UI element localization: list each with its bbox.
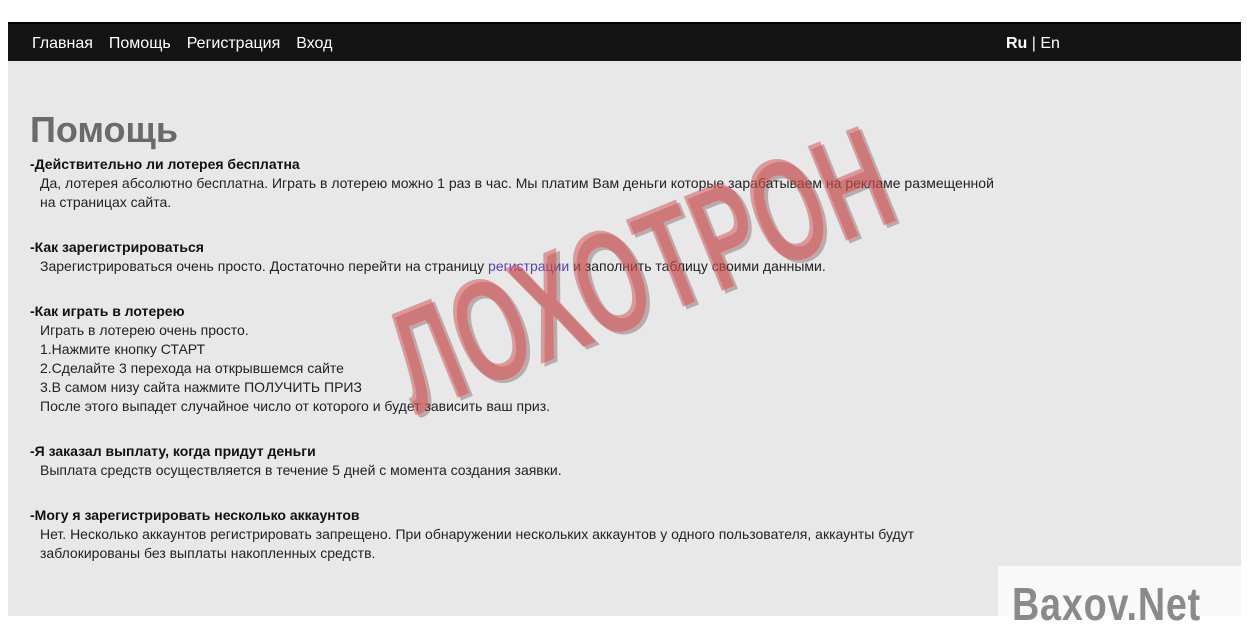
faq-answer: Зарегистрироваться очень просто. Достато…	[30, 257, 1010, 276]
faq-question: -Я заказал выплату, когда придут деньги	[30, 443, 316, 459]
faq-answer-line: 1.Нажмите кнопку СТАРТ	[40, 341, 206, 357]
lang-separator: |	[1027, 35, 1041, 52]
top-navbar: Главная Помощь Регистрация Вход Ru | En	[8, 22, 1241, 61]
faq-answer-line: 2.Сделайте 3 перехода на открывшемся сай…	[40, 360, 344, 376]
faq-question: -Как зарегистрироваться	[30, 239, 204, 255]
faq-item: -Действительно ли лотерея бесплатна Да, …	[30, 155, 1010, 212]
faq-question: -Действительно ли лотерея бесплатна	[30, 156, 300, 172]
lang-ru-link[interactable]: Ru	[1006, 35, 1027, 52]
language-switcher: Ru | En	[1006, 35, 1060, 53]
faq-answer: Выплата средств осуществляется в течение…	[40, 462, 562, 478]
nav-links: Главная Помощь Регистрация Вход	[32, 35, 348, 53]
faq-answer-line: Играть в лотерею очень просто.	[40, 322, 249, 338]
faq-item: -Могу я зарегистрировать несколько аккау…	[30, 506, 1010, 563]
nav-link-login[interactable]: Вход	[296, 35, 332, 53]
faq-item: -Я заказал выплату, когда придут деньги …	[30, 442, 1010, 480]
main-content: Помощь -Действительно ли лотерея бесплат…	[8, 61, 1241, 616]
faq-question: -Могу я зарегистрировать несколько аккау…	[30, 507, 360, 523]
faq-answer-line: 3.В самом низу сайта нажмите ПОЛУЧИТЬ ПР…	[40, 379, 362, 395]
top-strip	[0, 0, 1247, 22]
faq-answer: Нет. Несколько аккаунтов регистрировать …	[40, 526, 915, 561]
faq-item: -Как играть в лотерею Играть в лотерею о…	[30, 302, 1010, 416]
faq-answer: Да, лотерея абсолютно бесплатна. Играть …	[40, 175, 994, 210]
faq-answer-text: и заполнить таблицу своими данными.	[569, 258, 826, 274]
nav-link-home[interactable]: Главная	[32, 35, 93, 53]
registration-link[interactable]: регистрации	[488, 258, 569, 274]
nav-link-register[interactable]: Регистрация	[187, 35, 281, 53]
site-watermark: Baxov.Net	[1012, 578, 1202, 630]
faq-answer-text: Зарегистрироваться очень просто. Достато…	[40, 258, 489, 274]
faq-answer-line: После этого выпадет случайное число от к…	[40, 398, 551, 414]
nav-link-help[interactable]: Помощь	[109, 35, 171, 53]
lang-en-link[interactable]: En	[1040, 35, 1060, 52]
faq-question: -Как играть в лотерею	[30, 303, 185, 319]
faq-item: -Как зарегистрироваться Зарегистрировать…	[30, 238, 1010, 276]
page-title: Помощь	[30, 109, 179, 150]
